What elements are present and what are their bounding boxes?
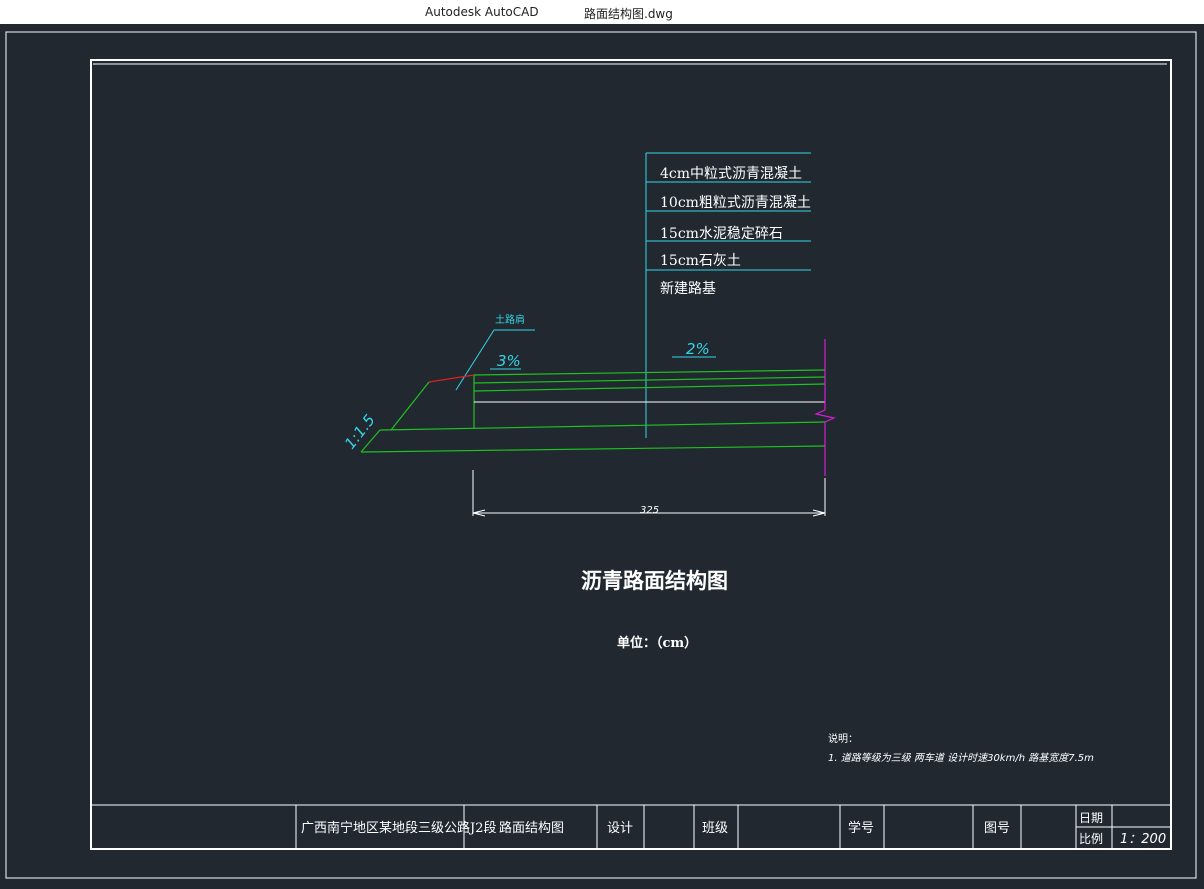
scale-value: 1：200 [1120,832,1166,847]
side-slope: 1:1.5 [341,411,379,452]
drawing-title: 沥青路面结构图 [581,568,728,593]
centerline-break [814,339,836,476]
unit-label: 单位：（cm） [617,635,697,651]
road-slope: 2% [686,340,710,358]
student-id-label: 学号 [848,820,874,836]
shoulder-edge [428,374,475,383]
cad-drawing: 广西南宁地区某地段三级公路J2段 路面结构图 设计 班级 学号 图号 日期 比例… [5,31,1197,879]
file-name: 路面结构图.dwg [584,7,673,21]
project-name: 广西南宁地区某地段三级公路J2段 [301,820,496,836]
drawing-frame [90,59,1172,850]
layer-label: 新建路基 [660,280,716,297]
drawing-name: 路面结构图 [499,820,564,836]
notes-line: 1. 道路等级为三级 两车道 设计时速30km/h 路基宽度7.5m [828,752,1094,764]
date-label: 日期 [1079,811,1103,825]
layer-label: 15cm石灰土 [660,253,741,269]
notes-title: 说明： [828,732,858,745]
drawing-canvas[interactable]: 广西南宁地区某地段三级公路J2段 路面结构图 设计 班级 学号 图号 日期 比例… [0,24,1204,885]
design-label: 设计 [607,821,633,836]
shoulder-slope: 3% [497,352,521,370]
drawing-no-label: 图号 [984,821,1010,836]
window-titlebar: Autodesk AutoCAD 路面结构图.dwg [0,0,1204,24]
sheet-border [5,31,1197,879]
scale-label: 比例 [1079,832,1103,846]
layer-label: 4cm中粒式沥青混凝土 [660,166,802,182]
app-name: Autodesk AutoCAD [425,5,539,19]
class-label: 班级 [702,821,728,836]
layer-label: 15cm水泥稳定碎石 [660,226,783,242]
dimension-value: 325 [640,505,659,516]
layer-label: 10cm粗粒式沥青混凝土 [660,195,811,211]
shoulder-label: 土路肩 [495,313,525,326]
